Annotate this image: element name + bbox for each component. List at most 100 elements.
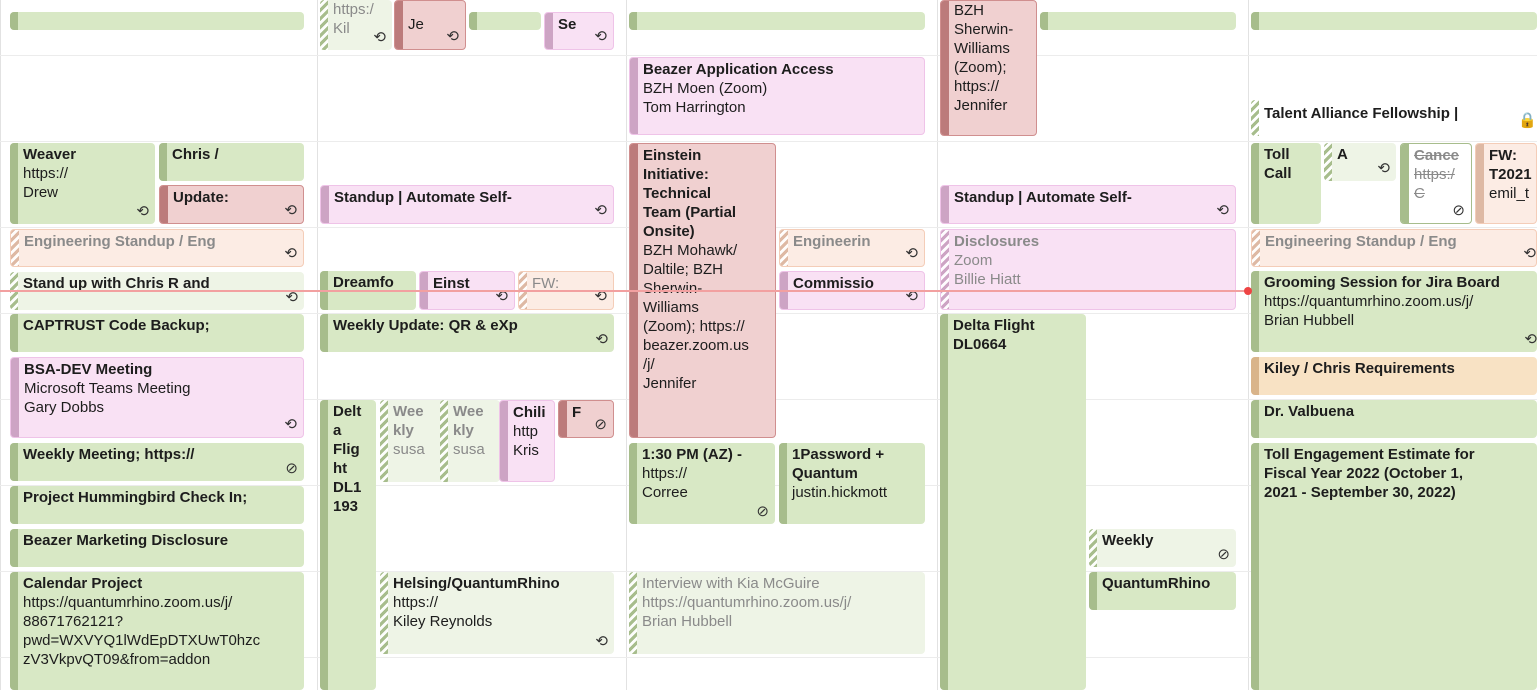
event-details: https://quantumrhino.zoom.us/j/ Brian Hu… — [642, 594, 852, 630]
event-chili[interactable]: Chili http Kris — [499, 400, 555, 482]
allday-event[interactable]: Se ⟲ — [544, 12, 614, 50]
no-sync-icon: ⊘ — [594, 416, 607, 433]
event-delta-flight-dl1193[interactable]: Delt a Flig ht DL1 193 — [320, 400, 376, 690]
event-engineering-standup[interactable]: Engineering Standup / Eng ⟲ — [10, 229, 304, 267]
event-beazer-marketing[interactable]: Beazer Marketing Disclosure — [10, 529, 304, 567]
repeat-icon: ⟲ — [595, 331, 608, 348]
event-title: Standup | Automate Self- — [334, 189, 512, 206]
event-quantumrhino[interactable]: QuantumRhino — [1089, 572, 1236, 610]
event-title: Chris / — [172, 146, 219, 163]
hour-line — [0, 55, 1537, 56]
current-time-dot — [1244, 287, 1252, 295]
event-title: Beazer Application Access — [643, 61, 834, 78]
allday-event[interactable] — [1251, 12, 1537, 30]
event-title: Chili — [513, 404, 546, 421]
event-grooming-session[interactable]: Grooming Session for Jira Board https://q… — [1251, 271, 1537, 352]
event-details: BZH Moen (Zoom) Tom Harrington — [643, 80, 768, 116]
lock-icon: 🔒 — [1518, 112, 1537, 129]
event-delta-flight-dl0664[interactable]: Delta Flight DL0664 — [940, 314, 1086, 690]
event-details: https:// Drew — [23, 165, 69, 201]
event-title: Einstein Initiative: Technical Team (Par… — [643, 147, 737, 240]
current-time-line — [0, 290, 1248, 292]
event-beazer-application-access[interactable]: Beazer Application Access BZH Moen (Zoom)… — [629, 57, 925, 135]
event-title: Toll Engagement Estimate for Fiscal Year… — [1264, 446, 1475, 501]
event-details: Zoom Billie Hiatt — [954, 252, 1021, 288]
allday-event[interactable] — [1040, 12, 1236, 30]
event-title: Cance — [1414, 147, 1460, 164]
event-hummingbird[interactable]: Project Hummingbird Check In; — [10, 486, 304, 524]
event-title: Weekly Update: QR & eXp — [333, 317, 518, 334]
repeat-icon: ⟲ — [1377, 160, 1390, 177]
allday-event[interactable]: https:/ Kil ⟲ — [320, 0, 392, 50]
event-helsing[interactable]: Helsing/QuantumRhino https:// Kiley Reyno… — [380, 572, 614, 654]
event-calendar-project[interactable]: Calendar Project https://quantumrhino.zoo… — [10, 572, 304, 690]
event-title: Helsing/QuantumRhino — [393, 575, 560, 592]
event-details: https://quantumrhino.zoom.us/j/ Brian Hu… — [1264, 293, 1474, 329]
event-weekly[interactable]: Wee kly susa — [440, 400, 500, 482]
repeat-icon: ⟲ — [284, 245, 297, 262]
event-title: Toll Call — [1264, 146, 1292, 182]
event-title: Calendar Project — [23, 575, 143, 592]
allday-event[interactable]: BZH Sherwin- Williams (Zoom); https:// J… — [940, 0, 1037, 136]
allday-event[interactable] — [469, 12, 541, 30]
no-sync-icon: ⊘ — [1452, 202, 1465, 219]
event-title: Weekly Meeting; https:// — [23, 446, 195, 463]
event-title: FW: T2021 — [1489, 147, 1532, 183]
event-weaver[interactable]: Weaver https:// Drew ⟲ — [10, 143, 155, 224]
event-title: Weaver — [23, 146, 77, 163]
event-fw-t2021[interactable]: FW: T2021 emil_t — [1475, 143, 1537, 224]
allday-event[interactable]: Je ⟲ — [394, 0, 466, 50]
event-details: https:// Corree — [642, 465, 688, 501]
event-title: Engineering Standup / Eng — [1265, 233, 1457, 250]
event-title: Kiley / Chris Requirements — [1264, 360, 1455, 377]
event-details: Microsoft Teams Meeting Gary Dobbs — [24, 380, 191, 416]
repeat-icon: ⟲ — [1216, 202, 1229, 219]
event-bsa-dev[interactable]: BSA-DEV Meeting Microsoft Teams Meeting G… — [10, 357, 304, 438]
repeat-icon: ⟲ — [373, 29, 386, 46]
event-title: 1:30 PM (AZ) - — [642, 446, 743, 463]
event-weekly-meeting[interactable]: Weekly Meeting; https:// ⊘ — [10, 443, 304, 481]
event-title: 1Password + Quantum — [792, 446, 885, 482]
event-standup-automate[interactable]: Standup | Automate Self- ⟲ — [940, 185, 1236, 224]
event-f[interactable]: F ⊘ — [558, 400, 614, 438]
event-title: CAPTRUST Code Backup; — [23, 317, 210, 334]
event-title: Talent Alliance Fellowship | — [1264, 105, 1459, 122]
event-details: susa — [393, 441, 425, 458]
event-details: https:// Kiley Reynolds — [393, 594, 493, 630]
repeat-icon: ⟲ — [284, 202, 297, 219]
event-update[interactable]: Update: ⟲ — [159, 185, 304, 224]
event-130pm-az[interactable]: 1:30 PM (AZ) - https:// Corree ⊘ — [629, 443, 775, 524]
event-1password[interactable]: 1Password + Quantum justin.hickmott — [779, 443, 925, 524]
event-dr-valbuena[interactable]: Dr. Valbuena — [1251, 400, 1537, 438]
event-cancelled[interactable]: Cance https:/ C ⊘ — [1400, 143, 1472, 224]
event-weekly-update[interactable]: Weekly Update: QR & eXp ⟲ — [320, 314, 614, 352]
event-title: Grooming Session for Jira Board — [1264, 274, 1500, 291]
repeat-icon: ⟲ — [595, 633, 608, 650]
event-talent-alliance[interactable]: Talent Alliance Fellowship | 🔒 — [1251, 100, 1537, 136]
event-details: justin.hickmott — [792, 484, 888, 501]
repeat-icon: ⟲ — [594, 28, 607, 45]
event-weekly[interactable]: Weekly ⊘ — [1089, 529, 1236, 567]
event-toll-engagement[interactable]: Toll Engagement Estimate for Fiscal Year… — [1251, 443, 1537, 690]
event-engineering-standup[interactable]: Engineering Standup / Eng ⟲ — [1251, 229, 1537, 267]
event-toll-call[interactable]: Toll Call — [1251, 143, 1321, 224]
event-weekly[interactable]: Wee kly susa — [380, 400, 444, 482]
repeat-icon: ⟲ — [446, 28, 459, 45]
repeat-icon: ⟲ — [1524, 331, 1537, 348]
allday-event[interactable] — [629, 12, 925, 30]
event-chris[interactable]: Chris / — [159, 143, 304, 181]
event-a[interactable]: A ⟲ — [1324, 143, 1396, 181]
event-engineering[interactable]: Engineerin ⟲ — [779, 229, 925, 267]
event-interview-kia[interactable]: Interview with Kia McGuire https://quantu… — [629, 572, 925, 654]
event-title: Delta Flight DL0664 — [953, 317, 1035, 353]
event-title: Dr. Valbuena — [1264, 403, 1355, 420]
event-captrust[interactable]: CAPTRUST Code Backup; — [10, 314, 304, 352]
repeat-icon: ⟲ — [905, 245, 918, 262]
event-details: http Kris — [513, 423, 539, 459]
event-standup-automate[interactable]: Standup | Automate Self- ⟲ — [320, 185, 614, 224]
event-title: Engineering Standup / Eng — [24, 233, 216, 250]
repeat-icon: ⟲ — [284, 416, 297, 433]
event-kiley-chris[interactable]: Kiley / Chris Requirements — [1251, 357, 1537, 395]
event-disclosures[interactable]: Disclosures Zoom Billie Hiatt — [940, 229, 1236, 310]
allday-event[interactable] — [10, 12, 304, 30]
